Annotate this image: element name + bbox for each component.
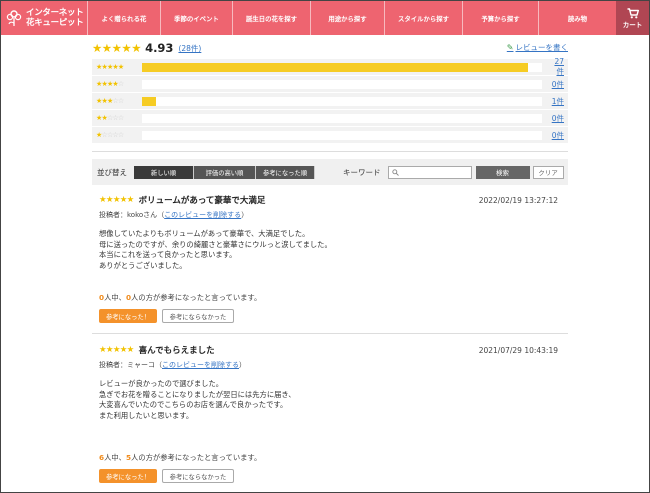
flower-logo-icon — [6, 10, 22, 26]
review-text-line: 大変喜んでいたのでこちらのお店を選んで良かったです。 — [99, 400, 288, 410]
write-review-label: レビューを書く — [515, 43, 569, 52]
helpful-text-mid: 人中、 — [104, 293, 126, 302]
review-stars: ★★★★★ — [99, 195, 134, 205]
review-title: ボリュームがあって豪華で大満足 — [138, 196, 266, 206]
section-divider — [92, 151, 568, 152]
distribution-count-link[interactable]: 0件 — [548, 130, 564, 141]
review-date: 2022/02/19 13:27:12 — [478, 196, 558, 205]
review-count-link[interactable]: (28件) — [178, 43, 201, 54]
review-stars: ★★★★★ — [99, 345, 134, 355]
sort-most-helpful-button[interactable]: 参考になった順 — [256, 165, 315, 179]
write-review-link[interactable]: ✎ レビューを書く — [507, 42, 568, 53]
review-text-line: ありがとうございました。 — [99, 260, 187, 270]
distribution-row-3[interactable]: ★★★☆☆ 1件 — [92, 93, 568, 110]
site-logo[interactable]: インターネット 花キューピット — [1, 1, 87, 35]
row-stars: ★★★★☆ — [96, 80, 124, 88]
row-stars: ★★★★★ — [96, 63, 124, 71]
nav-by-purpose[interactable]: 用途から探す — [310, 1, 384, 35]
delete-review-link[interactable]: このレビューを削除する — [164, 211, 241, 219]
review-text-line: また利用したいと思います。 — [99, 410, 194, 420]
review-author-line: 投稿者：kokoさん（このレビューを削除する） — [99, 211, 249, 219]
review-body: 想像していたよりもボリュームがあって豪華で、大満足でした。 母に送ったのですが、… — [92, 229, 568, 271]
logo-line-2: 花キューピット — [26, 18, 84, 28]
review-title: 喜んでもらえました — [138, 346, 215, 356]
not-helpful-button[interactable]: 参考にならなかった — [162, 469, 234, 483]
distribution-bar — [142, 62, 528, 72]
distribution-bar-track — [142, 96, 542, 106]
helpful-text-end: 人の方が参考になったと言っています。 — [131, 453, 262, 462]
review-author: 投稿者：ミャーコ — [99, 361, 155, 369]
nav-birthday-flowers[interactable]: 誕生日の花を探す — [232, 1, 310, 35]
helpful-text-mid: 人中、 — [104, 453, 126, 462]
distribution-count-link[interactable]: 27件 — [548, 57, 564, 77]
helpful-count-text: 6人中、5人の方が参考になったと言っています。 — [99, 453, 261, 463]
rating-summary: ★★★★★ 4.93 (28件) ✎ レビューを書く — [92, 41, 568, 55]
sort-toolbar: 並び替え 新しい順 評価の高い順 参考になった順 キーワード 検索 クリア — [92, 159, 568, 185]
distribution-bar-track — [142, 62, 542, 72]
keyword-search-input[interactable] — [387, 165, 472, 179]
not-helpful-button[interactable]: 参考にならなかった — [162, 309, 234, 323]
distribution-count-link[interactable]: 1件 — [548, 96, 564, 107]
distribution-bar-track — [142, 79, 542, 89]
distribution-count-link[interactable]: 0件 — [548, 113, 564, 124]
sort-label: 並び替え — [97, 167, 127, 177]
pencil-icon: ✎ — [506, 43, 514, 52]
main-nav: よく贈られる花 季節のイベント 誕生日の花を探す 用途から探す スタイルから探す… — [87, 1, 616, 35]
sort-highest-rated-button[interactable]: 評価の高い順 — [194, 165, 256, 179]
site-header: インターネット 花キューピット よく贈られる花 季節のイベント 誕生日の花を探す… — [1, 1, 649, 35]
nav-popular-flowers[interactable]: よく贈られる花 — [87, 1, 160, 35]
distribution-row-4[interactable]: ★★★★☆ 0件 — [92, 76, 568, 93]
review-text-line: 想像していたよりもボリュームがあって豪華で、大満足でした。 — [99, 229, 310, 238]
review-item: ★★★★★ ボリュームがあって豪華で大満足 2022/02/19 13:27:1… — [92, 193, 568, 334]
logo-line-1: インターネット — [26, 8, 84, 18]
row-stars: ★★☆☆☆ — [96, 114, 124, 122]
nav-by-budget[interactable]: 予算から探す — [462, 1, 538, 35]
review-text-line: 本当にこれを送って良かったと思います。 — [99, 250, 237, 260]
delete-review-link[interactable]: このレビューを削除する — [162, 361, 239, 369]
row-stars: ★☆☆☆☆ — [96, 131, 124, 139]
helpful-text-end: 人の方が参考になったと言っています。 — [131, 293, 262, 302]
distribution-row-2[interactable]: ★★☆☆☆ 0件 — [92, 110, 568, 127]
nav-by-style[interactable]: スタイルから探す — [384, 1, 462, 35]
review-text-line: 急ぎでお花を贈ることになりましたが翌日には先方に届き、 — [99, 389, 296, 399]
distribution-row-5[interactable]: ★★★★★ 27件 — [92, 57, 568, 77]
row-stars: ★★★☆☆ — [96, 97, 124, 105]
distribution-count-link[interactable]: 0件 — [548, 79, 564, 90]
nav-seasonal-events[interactable]: 季節のイベント — [160, 1, 232, 35]
cart-button[interactable]: カート — [616, 1, 649, 35]
distribution-row-1[interactable]: ★☆☆☆☆ 0件 — [92, 127, 568, 144]
review-author-line: 投稿者：ミャーコ（このレビューを削除する） — [99, 361, 246, 369]
average-rating: 4.93 — [145, 41, 174, 55]
helpful-button[interactable]: 参考になった！ — [99, 309, 157, 323]
helpful-count-text: 0人中、0人の方が参考になったと言っています。 — [99, 293, 261, 303]
page-frame: インターネット 花キューピット よく贈られる花 季節のイベント 誕生日の花を探す… — [0, 0, 650, 493]
sort-newest-button[interactable]: 新しい順 — [134, 165, 194, 179]
review-body: レビューが良かったので選びました。 急ぎでお花を贈ることになりましたが翌日には先… — [92, 379, 568, 421]
distribution-bar — [142, 96, 157, 106]
search-button[interactable]: 検索 — [475, 165, 530, 179]
distribution-bar-track — [142, 113, 542, 123]
average-stars: ★★★★★ — [92, 41, 142, 55]
helpful-button[interactable]: 参考になった！ — [99, 469, 157, 483]
nav-reading[interactable]: 読み物 — [538, 1, 616, 35]
rating-distribution: ★★★★★ 27件 ★★★★☆ 0件 ★★★☆☆ 1件 ★★☆☆☆ 0件 ★☆☆… — [92, 57, 568, 144]
review-text-line: レビューが良かったので選びました。 — [99, 379, 224, 388]
distribution-bar-track — [142, 130, 542, 140]
review-date: 2021/07/29 10:43:19 — [478, 346, 558, 355]
clear-button[interactable]: クリア — [532, 165, 564, 179]
keyword-label: キーワード — [343, 167, 381, 177]
shopping-cart-icon — [627, 7, 639, 18]
review-author: 投稿者：kokoさん — [99, 211, 158, 219]
review-text-line: 母に送ったのですが、余りの綺麗さと豪華さにウルっと涙してました。 — [99, 239, 332, 249]
search-icon — [391, 168, 399, 176]
review-item: ★★★★★ 喜んでもらえました 2021/07/29 10:43:19 投稿者：… — [92, 343, 568, 492]
cart-label: カート — [622, 20, 643, 29]
